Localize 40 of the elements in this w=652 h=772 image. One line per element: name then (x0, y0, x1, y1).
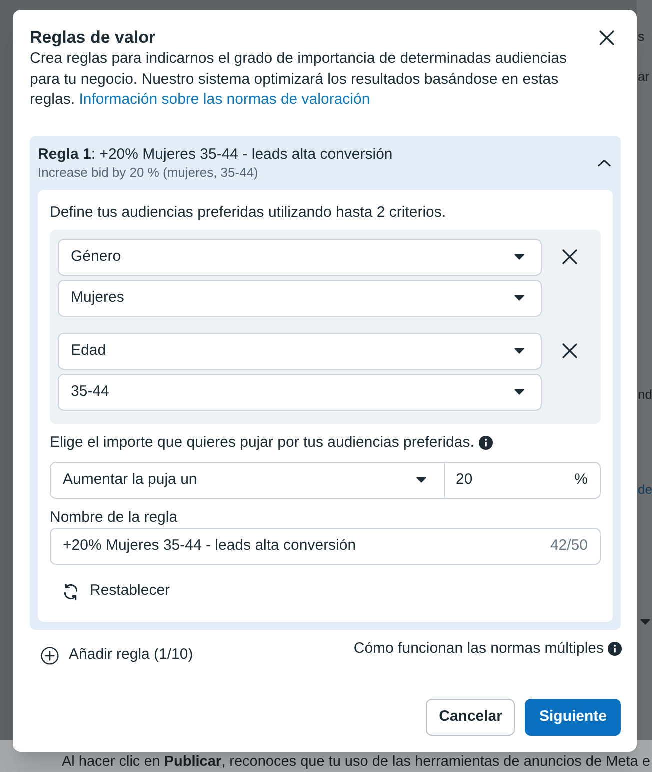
criterion-value-dropdown[interactable]: Mujeres (58, 280, 542, 316)
bid-prompt: Elige el importe que quieres pujar por tus audiencias preferidas. (50, 432, 474, 452)
multiple-rules-help-button[interactable]: Cómo funcionan las normas múltiples (354, 638, 622, 658)
close-icon (562, 343, 578, 359)
background-text-fragment: s (637, 29, 646, 45)
caret-down-icon (514, 295, 525, 301)
caret-down-icon (640, 619, 651, 625)
next-button[interactable]: Siguiente (525, 699, 621, 736)
caret-down-icon (514, 348, 525, 354)
dialog-title: Reglas de valor (30, 27, 157, 49)
background-text-fragment: ar (637, 69, 651, 85)
rule-title: Regla 1: +20% Mujeres 35-44 - leads alta conversión (38, 144, 394, 164)
criteria-prompt: Define tus audiencias preferidas utilizando hasta 2 criterios. (50, 202, 448, 222)
refresh-icon (62, 582, 80, 600)
close-icon (562, 249, 578, 265)
character-counter: 42/50 (550, 536, 588, 556)
cancel-button[interactable]: Cancelar (426, 699, 516, 736)
background-link-fragment: de (637, 482, 652, 498)
add-rule-button[interactable]: Añadir regla (1/10) (30, 638, 202, 674)
info-icon (479, 436, 494, 450)
background-text-fragment: nd (637, 387, 652, 403)
info-icon (608, 642, 622, 656)
rule-name-field[interactable]: +20% Mujeres 35-44 - leads alta conversión 42/50 (50, 528, 601, 564)
criterion-dropdown[interactable]: Edad (58, 332, 542, 370)
percent-unit: % (574, 470, 588, 490)
field-label: Nombre de la regla (50, 508, 179, 528)
bid-amount-field[interactable]: 20 % (445, 462, 601, 498)
caret-down-icon (416, 477, 427, 483)
rule-summary: Increase bid by 20 % (mujeres, 35-44) (38, 164, 260, 180)
publish-notice: Al hacer clic en Publicar, reconoces que tu uso de las herramientas de anuncios de Meta e (62, 753, 650, 771)
bid-action-dropdown[interactable]: Aumentar la puja un (50, 462, 445, 498)
caret-down-icon (514, 254, 525, 260)
reset-button[interactable]: Restablecer (50, 574, 182, 610)
caret-down-icon (514, 389, 525, 395)
criterion-dropdown[interactable]: Género (58, 238, 542, 276)
valuation-rules-link[interactable]: Información sobre las normas de valoración (79, 91, 370, 108)
dialog-description: Crea reglas para indicarnos el grado de importancia de determinadas audiencias para tu negocio. Nuestro sistema optimizará los resultados basándose en estas reglas. Información sobre las normas de valoración (30, 49, 568, 110)
criterion-value-dropdown[interactable]: 35-44 (58, 374, 542, 410)
close-icon (599, 30, 615, 46)
plus-circle-icon (41, 646, 59, 664)
